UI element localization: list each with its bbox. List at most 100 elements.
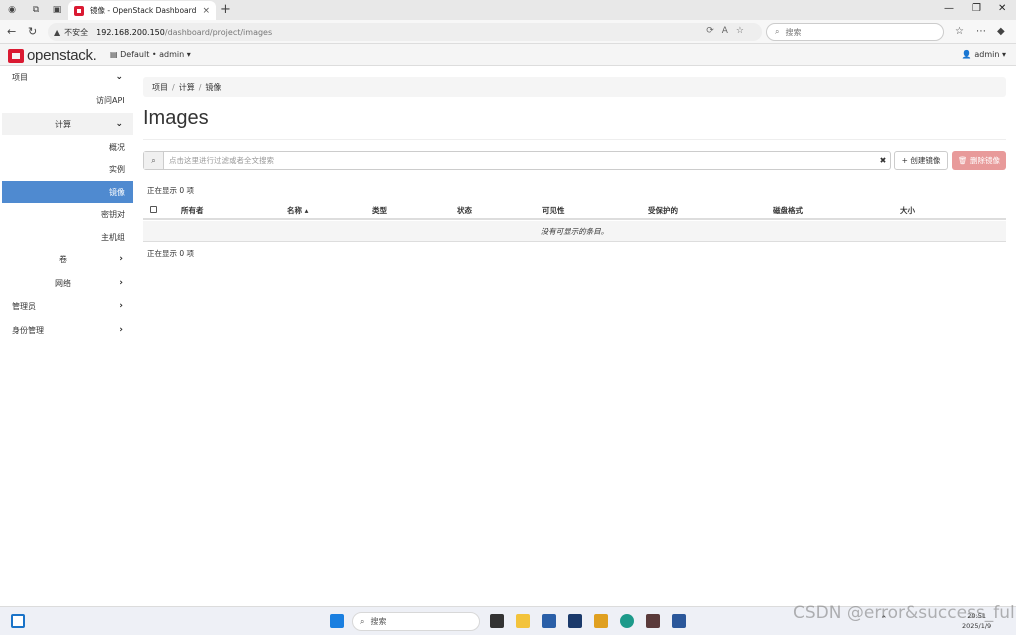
item-count-top: 正在显示 0 项 [147, 186, 195, 195]
empty-table-row: 没有可显示的条目。 [143, 221, 1006, 242]
reload-icon[interactable]: ↻ [28, 25, 37, 38]
column-protected[interactable]: 受保护的 [648, 205, 678, 216]
tab-actions-icon[interactable]: ▣ [50, 3, 64, 17]
table-header: 所有者 名称 ▴ 类型 状态 可见性 受保护的 磁盘格式 大小 [143, 200, 1006, 220]
chevron-right-icon: › [119, 278, 123, 288]
column-status[interactable]: 状态 [457, 205, 472, 216]
url-host: 192.168.200.150 [96, 27, 165, 37]
browser-search-placeholder: 搜索 [785, 27, 802, 37]
start-icon[interactable] [330, 614, 344, 628]
sidebar-item-server-groups[interactable]: 主机组 [2, 226, 133, 248]
user-icon: 👤 [961, 50, 975, 59]
dashboard-header: openstack. ▤ Default • admin ▾ 👤 admin ▾ [0, 44, 1016, 66]
project-selector[interactable]: ▤ Default • admin ▾ [110, 50, 191, 59]
breadcrumb-compute[interactable]: 计算 [179, 82, 195, 93]
copilot-icon[interactable]: ◆ [997, 26, 1005, 37]
sidebar-item-label: 概况 [109, 142, 125, 152]
browser-search-box[interactable]: ⌕ 搜索 [766, 23, 944, 41]
browser-tab-active[interactable]: 镜像 - OpenStack Dashboard × [68, 1, 216, 20]
favorites-icon[interactable]: ☆ [955, 26, 964, 37]
sidebar: 项目 ⌄ 访问API 计算 ⌄ 概况 实例 镜像 密钥对 主机组 卷 › 网络 … [0, 66, 134, 606]
tab-title: 镜像 - OpenStack Dashboard [90, 6, 197, 15]
sidebar-item-admin[interactable]: 管理员 › [2, 295, 133, 317]
sidebar-item-volumes[interactable]: 卷 › [2, 248, 133, 270]
chevron-down-icon: ⌄ [115, 119, 123, 129]
column-size[interactable]: 大小 [900, 205, 915, 216]
address-bar[interactable]: ▲ 不安全 192.168.200.150 /dashboard/project… [48, 23, 762, 41]
word-icon[interactable] [672, 614, 686, 628]
sidebar-item-label: 管理员 [12, 301, 36, 311]
openstack-favicon-icon [74, 5, 84, 16]
back-icon[interactable]: ← [7, 25, 16, 38]
new-tab-button[interactable]: + [220, 2, 231, 17]
search-icon: ⌕ [775, 27, 780, 36]
taskbar-search-placeholder: 搜索 [370, 617, 387, 626]
openstack-logo[interactable]: openstack. [8, 47, 97, 64]
browser-tab-bar: ◉ ⧉ ▣ 镜像 - OpenStack Dashboard × + — ❐ ✕ [0, 0, 1016, 20]
user-menu-label: admin ▾ [974, 50, 1006, 59]
tab-close-icon[interactable]: × [202, 6, 210, 16]
warning-icon: ▲ [54, 27, 61, 37]
sidebar-item-instances[interactable]: 实例 [2, 158, 133, 180]
address-toolbar: ← ↻ ▲ 不安全 192.168.200.150 /dashboard/pro… [0, 20, 1016, 44]
filter-input[interactable]: 点击这里进行过滤或者全文搜索 [164, 155, 876, 166]
widgets-icon[interactable] [11, 614, 25, 628]
sidebar-item-overview[interactable]: 概况 [2, 136, 133, 158]
task-view-icon[interactable] [490, 614, 504, 628]
clear-filter-icon[interactable]: ✖ [876, 156, 890, 165]
sidebar-item-label: 主机组 [101, 232, 125, 242]
store-icon[interactable] [542, 614, 556, 628]
insecure-label[interactable]: 不安全 [64, 27, 88, 38]
page-title: Images [143, 107, 209, 129]
filter-bar: ⌕ 点击这里进行过滤或者全文搜索 ✖ [143, 151, 891, 170]
app-icon[interactable] [646, 614, 660, 628]
sidebar-item-api-access[interactable]: 访问API [2, 89, 133, 111]
sidebar-item-label: 项目 [12, 72, 28, 82]
sidebar-item-label: 实例 [109, 164, 125, 174]
search-icon[interactable]: ⌕ [144, 152, 164, 169]
sidebar-item-label: 身份管理 [12, 325, 44, 335]
file-explorer-icon[interactable] [516, 614, 530, 628]
watermark: CSDN @error&success_ful [793, 603, 1015, 623]
user-menu[interactable]: 👤 admin ▾ [962, 50, 1006, 59]
app-icon[interactable] [594, 614, 608, 628]
breadcrumb-project[interactable]: 项目 [152, 82, 168, 93]
column-name[interactable]: 名称 ▴ [287, 205, 308, 216]
sidebar-item-network[interactable]: 网络 › [2, 272, 133, 294]
close-window-button[interactable]: ✕ [998, 3, 1006, 14]
sidebar-item-keypairs[interactable]: 密钥对 [2, 203, 133, 225]
create-image-button[interactable]: + 创建镜像 [894, 151, 948, 170]
sidebar-item-images[interactable]: 镜像 [2, 181, 133, 203]
item-count-bottom: 正在显示 0 项 [147, 249, 195, 258]
sidebar-item-label: 访问API [96, 95, 125, 105]
edge-icon[interactable] [620, 614, 634, 628]
column-visibility[interactable]: 可见性 [542, 205, 565, 216]
workspaces-icon[interactable]: ⧉ [29, 3, 43, 17]
more-icon[interactable]: ⋯ [976, 26, 986, 37]
column-disk-format[interactable]: 磁盘格式 [773, 205, 803, 216]
chevron-right-icon: › [119, 254, 123, 264]
project-selector-label: Default • admin ▾ [120, 50, 191, 59]
profile-icon[interactable]: ◉ [5, 3, 19, 17]
restore-button[interactable]: ❐ [972, 3, 981, 14]
breadcrumb-separator: / [198, 82, 202, 92]
taskbar-search[interactable]: ⌕ 搜索 [352, 612, 480, 631]
sidebar-item-compute[interactable]: 计算 ⌄ [2, 113, 133, 135]
url-path: /dashboard/project/images [164, 27, 273, 37]
breadcrumb-images: 镜像 [205, 82, 222, 92]
search-icon: ⌕ [360, 616, 365, 626]
sidebar-item-label: 网络 [55, 278, 71, 288]
sidebar-item-label: 密钥对 [101, 209, 125, 219]
sidebar-item-project[interactable]: 项目 ⌄ [2, 66, 133, 88]
delete-images-button[interactable]: 🗑 删除镜像 [952, 151, 1006, 170]
sidebar-item-label: 镜像 [109, 187, 125, 197]
column-owner[interactable]: 所有者 [181, 205, 204, 216]
select-all-checkbox[interactable] [150, 206, 157, 213]
address-bar-icons[interactable]: ⟳A☆ [706, 26, 752, 36]
app-icon[interactable] [568, 614, 582, 628]
sidebar-item-identity[interactable]: 身份管理 › [2, 319, 133, 341]
project-icon: ▤ [110, 50, 121, 59]
title-divider [143, 139, 1006, 140]
column-type[interactable]: 类型 [372, 205, 387, 216]
minimize-button[interactable]: — [944, 3, 954, 14]
